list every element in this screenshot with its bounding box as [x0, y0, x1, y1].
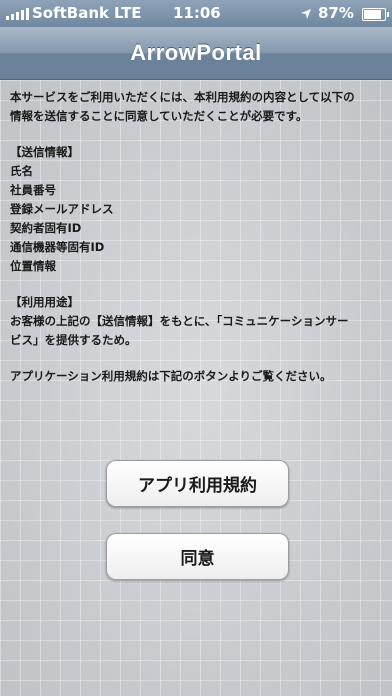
purpose-line: お客様の上記の【送信情報】をもとに、「コミュニケーションサー [10, 314, 349, 328]
info-item: 通信機器等固有ID [10, 240, 105, 254]
info-item: 社員番号 [10, 183, 56, 197]
signal-strength-icon [6, 8, 29, 20]
navigation-bar: ArrowPortal [0, 27, 392, 80]
carrier-name: SoftBank [32, 4, 110, 22]
battery-percentage: 87% [318, 4, 354, 22]
footer-note: アプリケーション利用規約は下記のボタンよりご覧ください。 [10, 369, 332, 383]
battery-icon [362, 8, 389, 21]
status-bar: SoftBank LTE 11:06 87% [0, 0, 392, 27]
terms-content: 本サービスをご利用いただくには、本利用規約の内容として以下の 情報を送信すること… [0, 80, 392, 696]
page-title: ArrowPortal [130, 40, 262, 65]
network-type: LTE [114, 4, 142, 22]
info-item: 氏名 [10, 164, 33, 178]
info-item: 登録メールアドレス [10, 202, 114, 216]
intro-line: 本サービスをご利用いただくには、本利用規約の内容として以下の [10, 90, 355, 104]
terms-button[interactable]: アプリ利用規約 [106, 460, 289, 507]
info-item: 契約者固有ID [10, 221, 82, 235]
clock: 11:06 [173, 4, 221, 22]
intro-line: 情報を送信することに同意していただくことが必要です。 [10, 109, 308, 123]
info-heading: 【送信情報】 [10, 145, 79, 159]
info-item: 位置情報 [10, 259, 56, 273]
purpose-line: ビス」を提供するため。 [10, 333, 137, 347]
terms-text: 本サービスをご利用いただくには、本利用規約の内容として以下の 情報を送信すること… [10, 88, 385, 386]
purpose-heading: 【利用用途】 [10, 295, 79, 309]
agree-button[interactable]: 同意 [106, 533, 289, 580]
location-arrow-icon [300, 6, 312, 24]
